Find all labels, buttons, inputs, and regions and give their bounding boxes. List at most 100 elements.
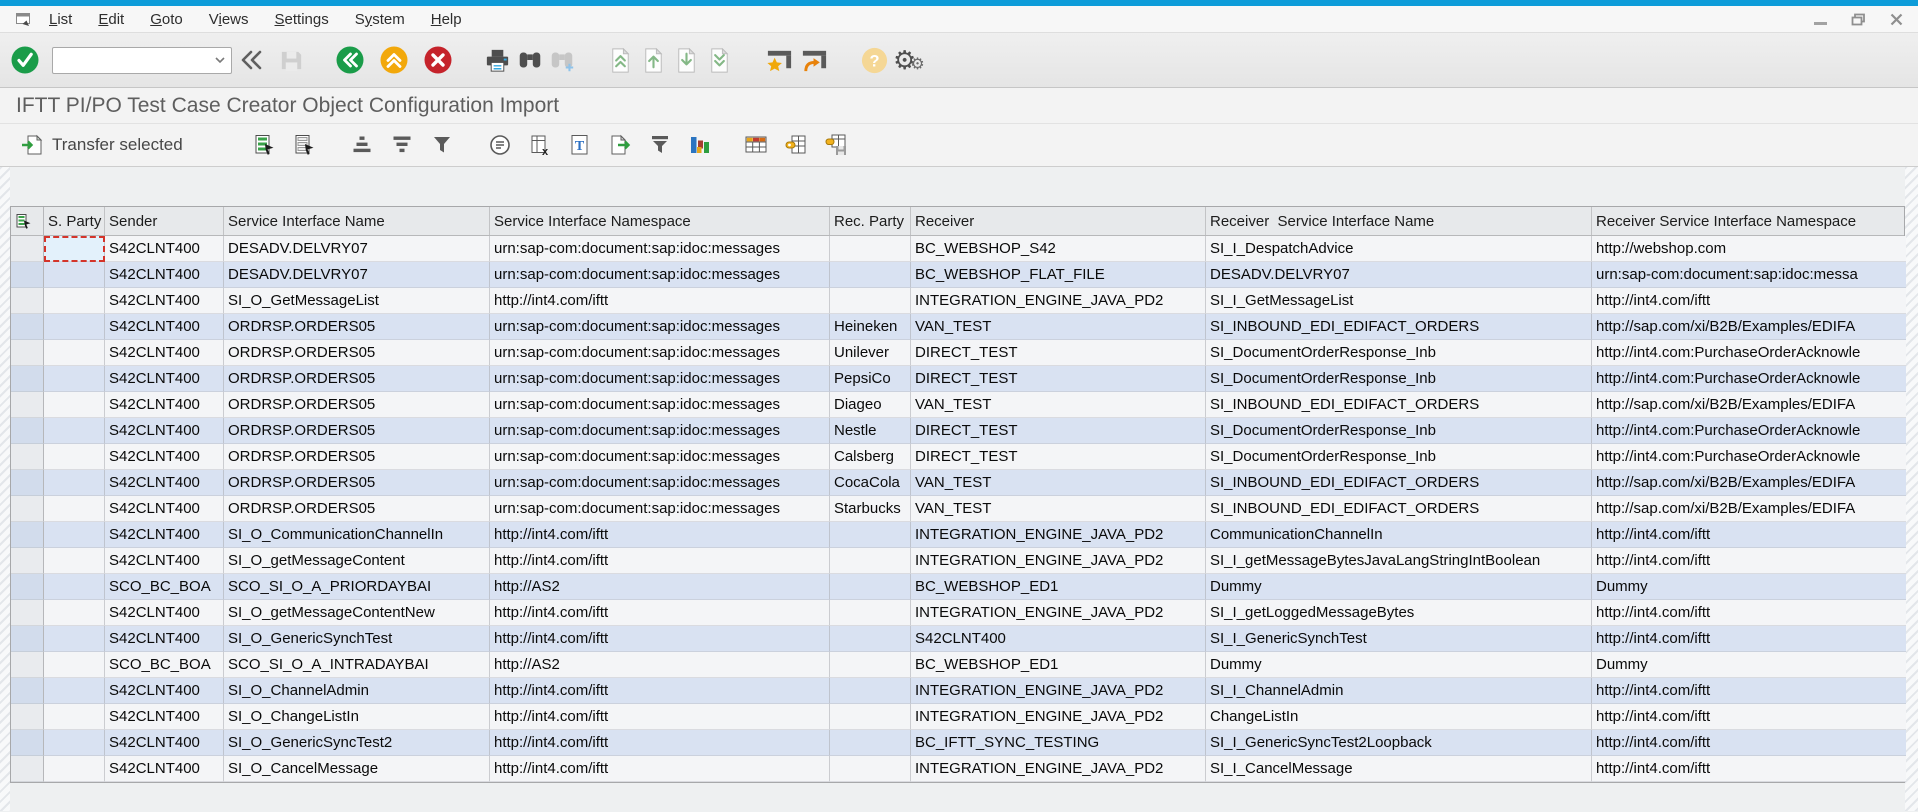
cell-sender[interactable]: S42CLNT400: [105, 704, 224, 730]
cell-rec-party[interactable]: [830, 574, 911, 600]
cell-receiver-service-interface-namespace[interactable]: http://int4.com/iftt: [1592, 548, 1906, 574]
cell-s-party[interactable]: [44, 366, 105, 392]
cell-service-interface-namespace[interactable]: http://AS2: [490, 652, 830, 678]
table-row[interactable]: S42CLNT400SI_O_ChannelAdminhttp://int4.c…: [11, 678, 1904, 704]
cell-service-interface-namespace[interactable]: http://int4.com/iftt: [490, 756, 830, 782]
cell-service-interface-namespace[interactable]: http://int4.com/iftt: [490, 678, 830, 704]
cell-receiver-service-interface-name[interactable]: SI_INBOUND_EDI_EDIFACT_ORDERS: [1206, 470, 1592, 496]
row-selector[interactable]: [11, 522, 44, 548]
cell-receiver-service-interface-namespace[interactable]: http://int4.com/iftt: [1592, 730, 1906, 756]
cell-receiver[interactable]: INTEGRATION_ENGINE_JAVA_PD2: [911, 548, 1206, 574]
cell-service-interface-namespace[interactable]: urn:sap-com:document:sap:idoc:messages: [490, 314, 830, 340]
column-header-receiver-service-interface-namespace[interactable]: Receiver Service Interface Namespace: [1592, 207, 1906, 235]
cell-receiver-service-interface-name[interactable]: DESADV.DELVRY07: [1206, 262, 1592, 288]
row-selector[interactable]: [11, 314, 44, 340]
cell-service-interface-namespace[interactable]: urn:sap-com:document:sap:idoc:messages: [490, 418, 830, 444]
cell-rec-party[interactable]: Calsberg: [830, 444, 911, 470]
cell-service-interface-name[interactable]: ORDRSP.ORDERS05: [224, 444, 490, 470]
cell-service-interface-name[interactable]: ORDRSP.ORDERS05: [224, 314, 490, 340]
cell-receiver-service-interface-name[interactable]: SI_INBOUND_EDI_EDIFACT_ORDERS: [1206, 496, 1592, 522]
cell-service-interface-namespace[interactable]: urn:sap-com:document:sap:idoc:messages: [490, 496, 830, 522]
cell-service-interface-name[interactable]: SCO_SI_O_A_INTRADAYBAI: [224, 652, 490, 678]
table-row[interactable]: S42CLNT400SI_O_ChangeListInhttp://int4.c…: [11, 704, 1904, 730]
cell-receiver-service-interface-name[interactable]: Dummy: [1206, 652, 1592, 678]
cell-service-interface-namespace[interactable]: http://int4.com/iftt: [490, 626, 830, 652]
cell-s-party[interactable]: [44, 574, 105, 600]
cell-receiver[interactable]: BC_WEBSHOP_ED1: [911, 574, 1206, 600]
table-row[interactable]: S42CLNT400SI_O_CancelMessagehttp://int4.…: [11, 756, 1904, 782]
cell-receiver[interactable]: S42CLNT400: [911, 626, 1206, 652]
cell-receiver[interactable]: INTEGRATION_ENGINE_JAVA_PD2: [911, 704, 1206, 730]
cell-receiver-service-interface-name[interactable]: SI_I_getMessageBytesJavaLangStringIntBoo…: [1206, 548, 1592, 574]
cell-receiver-service-interface-namespace[interactable]: urn:sap-com:document:sap:idoc:messa: [1592, 262, 1906, 288]
cell-service-interface-namespace[interactable]: urn:sap-com:document:sap:idoc:messages: [490, 366, 830, 392]
cell-s-party[interactable]: [44, 236, 105, 262]
row-selector[interactable]: [11, 444, 44, 470]
cell-rec-party[interactable]: Diageo: [830, 392, 911, 418]
cell-receiver-service-interface-name[interactable]: SI_DocumentOrderResponse_Inb: [1206, 444, 1592, 470]
table-row[interactable]: S42CLNT400ORDRSP.ORDERS05urn:sap-com:doc…: [11, 444, 1904, 470]
menu-item-system[interactable]: System: [342, 8, 418, 31]
cell-s-party[interactable]: [44, 678, 105, 704]
cell-s-party[interactable]: [44, 730, 105, 756]
cell-receiver-service-interface-name[interactable]: SI_I_GetMessageList: [1206, 288, 1592, 314]
table-row[interactable]: S42CLNT400DESADV.DELVRY07urn:sap-com:doc…: [11, 262, 1904, 288]
find-icon[interactable]: [516, 46, 544, 74]
table-row[interactable]: S42CLNT400DESADV.DELVRY07urn:sap-com:doc…: [11, 236, 1904, 262]
row-selector[interactable]: [11, 652, 44, 678]
cell-service-interface-namespace[interactable]: urn:sap-com:document:sap:idoc:messages: [490, 340, 830, 366]
sort-ascending-icon[interactable]: [349, 132, 375, 158]
chevron-down-icon[interactable]: [215, 57, 225, 64]
table-row[interactable]: S42CLNT400ORDRSP.ORDERS05urn:sap-com:doc…: [11, 418, 1904, 444]
create-shortcut-icon[interactable]: [764, 46, 795, 75]
deselect-all-icon[interactable]: [291, 132, 317, 158]
word-processing-icon[interactable]: T: [567, 132, 593, 158]
collapse-toolbar-icon[interactable]: [238, 47, 264, 73]
cell-receiver-service-interface-name[interactable]: SI_DocumentOrderResponse_Inb: [1206, 366, 1592, 392]
cell-receiver[interactable]: VAN_TEST: [911, 496, 1206, 522]
cell-receiver-service-interface-name[interactable]: SI_I_CancelMessage: [1206, 756, 1592, 782]
cell-receiver-service-interface-namespace[interactable]: http://int4.com/iftt: [1592, 600, 1906, 626]
table-row[interactable]: S42CLNT400ORDRSP.ORDERS05urn:sap-com:doc…: [11, 340, 1904, 366]
cell-service-interface-name[interactable]: SI_O_GenericSynchTest: [224, 626, 490, 652]
cell-rec-party[interactable]: [830, 600, 911, 626]
column-header-service-interface-name[interactable]: Service Interface Name: [224, 207, 490, 235]
menu-item-goto[interactable]: Goto: [137, 8, 196, 31]
cell-sender[interactable]: S42CLNT400: [105, 366, 224, 392]
column-header-receiver[interactable]: Receiver: [911, 207, 1206, 235]
cancel-icon[interactable]: [423, 45, 453, 75]
cell-receiver-service-interface-name[interactable]: SI_I_getLoggedMessageBytes: [1206, 600, 1592, 626]
spreadsheet-icon[interactable]: x: [527, 132, 553, 158]
cell-s-party[interactable]: [44, 756, 105, 782]
row-selector[interactable]: [11, 418, 44, 444]
cell-receiver[interactable]: BC_IFTT_SYNC_TESTING: [911, 730, 1206, 756]
cell-s-party[interactable]: [44, 704, 105, 730]
cell-sender[interactable]: S42CLNT400: [105, 470, 224, 496]
cell-receiver-service-interface-namespace[interactable]: http://sap.com/xi/B2B/Examples/EDIFA: [1592, 392, 1906, 418]
cell-service-interface-name[interactable]: DESADV.DELVRY07: [224, 262, 490, 288]
cell-sender[interactable]: S42CLNT400: [105, 314, 224, 340]
cell-service-interface-name[interactable]: DESADV.DELVRY07: [224, 236, 490, 262]
cell-receiver[interactable]: VAN_TEST: [911, 392, 1206, 418]
cell-rec-party[interactable]: [830, 522, 911, 548]
cell-service-interface-namespace[interactable]: http://int4.com/iftt: [490, 600, 830, 626]
cell-receiver-service-interface-namespace[interactable]: http://int4.com:PurchaseOrderAcknowle: [1592, 418, 1906, 444]
cell-sender[interactable]: S42CLNT400: [105, 496, 224, 522]
cell-receiver[interactable]: INTEGRATION_ENGINE_JAVA_PD2: [911, 288, 1206, 314]
cell-service-interface-name[interactable]: SI_O_CancelMessage: [224, 756, 490, 782]
row-selector[interactable]: [11, 756, 44, 782]
cell-receiver-service-interface-namespace[interactable]: http://int4.com:PurchaseOrderAcknowle: [1592, 340, 1906, 366]
cell-rec-party[interactable]: [830, 678, 911, 704]
cell-sender[interactable]: S42CLNT400: [105, 288, 224, 314]
menu-item-list[interactable]: List: [36, 8, 85, 31]
cell-receiver-service-interface-name[interactable]: SI_I_ChannelAdmin: [1206, 678, 1592, 704]
cell-service-interface-name[interactable]: SI_O_GetMessageList: [224, 288, 490, 314]
cell-rec-party[interactable]: [830, 548, 911, 574]
export-icon[interactable]: [607, 132, 633, 158]
cell-sender[interactable]: S42CLNT400: [105, 600, 224, 626]
command-field[interactable]: [59, 52, 215, 68]
cell-service-interface-namespace[interactable]: urn:sap-com:document:sap:idoc:messages: [490, 470, 830, 496]
cell-receiver[interactable]: VAN_TEST: [911, 470, 1206, 496]
cell-sender[interactable]: S42CLNT400: [105, 340, 224, 366]
cell-service-interface-name[interactable]: ORDRSP.ORDERS05: [224, 392, 490, 418]
